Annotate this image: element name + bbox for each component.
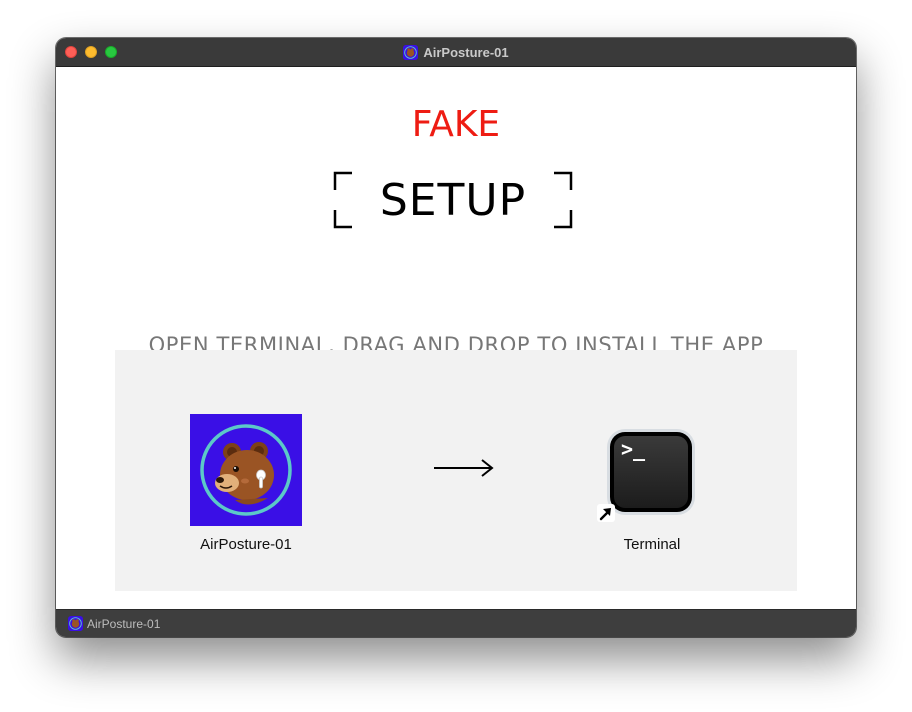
setup-heading: SETUP: [333, 171, 573, 229]
status-bar-label: AirPosture-01: [87, 616, 161, 631]
status-bar: AirPosture-01: [56, 609, 856, 637]
bear-airpods-icon[interactable]: [190, 414, 302, 526]
setup-title: SETUP: [379, 174, 527, 226]
app-icon-label: AirPosture-01: [200, 536, 292, 553]
bear-airpods-icon: [403, 44, 419, 60]
installer-window: AirPosture-01 FAKE SETUP OPEN TERMINAL, …: [56, 38, 856, 637]
drag-drop-area: AirPosture-01 >_ Terminal: [115, 350, 797, 591]
terminal-icon[interactable]: >_: [605, 426, 697, 518]
window-title-group: AirPosture-01: [56, 38, 856, 66]
right-arrow-icon: [434, 459, 494, 477]
alias-arrow-icon: [597, 504, 615, 522]
terminal-label: Terminal: [623, 536, 681, 553]
window-title: AirPosture-01: [423, 44, 509, 60]
bear-airpods-icon: [68, 616, 83, 631]
installer-content: FAKE SETUP OPEN TERMINAL, DRAG AND DROP …: [56, 67, 856, 609]
terminal-prompt: >_: [621, 437, 646, 461]
fake-label: FAKE: [411, 104, 501, 145]
title-bar[interactable]: AirPosture-01: [56, 38, 856, 67]
